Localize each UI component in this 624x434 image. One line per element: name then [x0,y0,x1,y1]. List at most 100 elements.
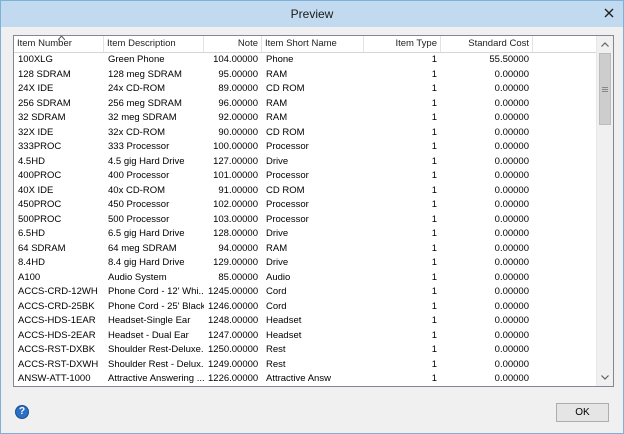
cell-standard-cost: 0.00000 [494,300,529,312]
cell-item-number: 333PROC [18,141,62,152]
table-row[interactable]: 100XLG Green Phone 104.00000 Phone 1 55.50000 [14,53,597,68]
cell-note: 1249.00000 [208,358,259,370]
cell-item-short-name: RAM [266,68,288,80]
table-row[interactable]: 450PROC 450 Processor 102.00000 Processor 1 0… [14,198,597,213]
preview-grid[interactable]: Item Number Item Description Note Item S… [13,35,614,387]
cell-item-description: Attractive Answering ... [108,373,204,384]
table-row[interactable]: A100 Audio System 85.00000 Audio 1 0.00000 [14,271,597,286]
table-row[interactable]: 128 SDRAM 128 meg SDRAM 95.00000 RAM 1 0.0000… [14,68,597,83]
grip-icon [602,86,608,92]
cell-item-number: 128 SDRAM [18,68,71,80]
cell-item-number: 40X IDE [18,184,54,196]
table-row[interactable]: ACCS-HDS-2EAR Headset - Dual Ear 1247.0000… [14,329,597,344]
cell-note: 129.00000 [213,257,258,268]
cell-item-type: 1 [431,155,437,167]
column-header-item-description[interactable]: Item Description [104,36,204,52]
help-icon[interactable]: ? [15,405,29,419]
table-row[interactable]: 500PROC 500 Processor 103.00000 Processor 1 0… [14,213,597,228]
cell-standard-cost: 0.00000 [494,83,529,94]
column-header-item-short-name[interactable]: Item Short Name [262,36,364,52]
cell-item-short-name: RAM [266,97,288,109]
cell-standard-cost: 0.00000 [494,315,529,326]
cell-item-number: ACCS-HDS-1EAR [18,315,96,326]
cell-item-description: Shoulder Rest - Delux... [108,358,204,370]
cell-item-number: 400PROC [18,170,62,181]
scroll-down-button[interactable] [597,369,613,385]
table-row[interactable]: 8.4HD 8.4 gig Hard Drive 129.00000 Drive 1 0.… [14,256,597,271]
table-row[interactable]: 333PROC 333 Processor 100.00000 Processor 1 0… [14,140,597,155]
table-row[interactable]: 400PROC 400 Processor 101.00000 Processor 1 0… [14,169,597,184]
cell-item-short-name: Headset [266,315,302,326]
cell-standard-cost: 0.00000 [494,112,529,123]
table-row[interactable]: 4.5HD 4.5 gig Hard Drive 127.00000 Drive 1 0.… [14,155,597,170]
cell-item-description: 32x CD-ROM [108,126,166,138]
cell-standard-cost: 0.00000 [494,242,529,254]
column-header-item-number[interactable]: Item Number [14,36,104,52]
cell-standard-cost: 0.00000 [494,286,529,297]
column-header-standard-cost[interactable]: Standard Cost [441,36,533,52]
cell-item-type: 1 [431,228,437,239]
cell-item-short-name: Cord [266,286,287,297]
cell-item-number: 6.5HD [18,228,45,239]
cell-standard-cost: 55.50000 [489,54,529,65]
cell-item-short-name: RAM [266,112,288,123]
cell-item-type: 1 [431,126,437,138]
cell-note: 1248.00000 [208,315,259,326]
cell-item-type: 1 [431,315,437,326]
cell-item-number: 500PROC [18,213,62,225]
cell-note: 103.00000 [213,213,258,225]
cell-note: 127.00000 [213,155,258,167]
cell-item-number: ACCS-CRD-25BK [18,300,95,312]
cell-item-description: Phone Cord - 25' Black [108,300,204,312]
cell-item-description: Audio System [108,271,167,283]
cell-item-type: 1 [431,286,437,297]
scroll-up-button[interactable] [597,36,613,52]
table-row[interactable]: ACCS-CRD-12WH Phone Cord - 12' Whi... 1245… [14,285,597,300]
table-row[interactable]: ACCS-RST-DXWH Shoulder Rest - Delux... 124… [14,358,597,373]
grid-header: Item Number Item Description Note Item S… [14,36,597,53]
cell-note: 90.00000 [218,126,258,138]
cell-item-number: ACCS-HDS-2EAR [18,329,96,341]
chevron-down-icon [601,374,609,380]
table-row[interactable]: 6.5HD 6.5 gig Hard Drive 128.00000 Drive 1 0.… [14,227,597,242]
cell-item-type: 1 [431,329,437,341]
table-row[interactable]: 32X IDE 32x CD-ROM 90.00000 CD ROM 1 0.00000 [14,126,597,141]
cell-item-description: 333 Processor [108,141,170,152]
scroll-thumb[interactable] [599,53,611,125]
cell-note: 128.00000 [213,228,258,239]
grid-rows: 100XLG Green Phone 104.00000 Phone 1 55.50000… [14,53,597,386]
cell-note: 104.00000 [213,54,258,65]
table-row[interactable]: 64 SDRAM 64 meg SDRAM 94.00000 RAM 1 0.00000 [14,242,597,257]
cell-item-short-name: CD ROM [266,126,305,138]
cell-item-description: 400 Processor [108,170,170,181]
ok-button[interactable]: OK [556,403,609,422]
close-button[interactable] [599,4,619,22]
close-icon [604,8,614,18]
cell-note: 95.00000 [218,68,258,80]
cell-standard-cost: 0.00000 [494,126,529,138]
column-header-item-type[interactable]: Item Type [364,36,441,52]
cell-note: 1247.00000 [208,329,259,341]
table-row[interactable]: 256 SDRAM 256 meg SDRAM 96.00000 RAM 1 0.0000… [14,97,597,112]
cell-item-type: 1 [431,271,437,283]
vertical-scrollbar[interactable] [596,36,613,386]
cell-note: 101.00000 [213,170,258,181]
cell-standard-cost: 0.00000 [494,213,529,225]
cell-item-short-name: CD ROM [266,184,305,196]
cell-standard-cost: 0.00000 [494,358,529,370]
table-row[interactable]: 32 SDRAM 32 meg SDRAM 92.00000 RAM 1 0.00000 [14,111,597,126]
table-row[interactable]: ANSW-ATT-1000 Attractive Answering ... 122… [14,372,597,386]
cell-item-type: 1 [431,300,437,312]
cell-item-number: 32 SDRAM [18,112,66,123]
cell-item-short-name: Processor [266,141,309,152]
cell-item-description: 32 meg SDRAM [108,112,177,123]
table-row[interactable]: 40X IDE 40x CD-ROM 91.00000 CD ROM 1 0.00000 [14,184,597,199]
cell-item-short-name: Attractive Answ [266,373,331,384]
table-row[interactable]: ACCS-HDS-1EAR Headset-Single Ear 1248.0000… [14,314,597,329]
title-bar[interactable]: Preview [1,1,623,27]
table-row[interactable]: ACCS-CRD-25BK Phone Cord - 25' Black 1246.… [14,300,597,315]
cell-item-short-name: Cord [266,300,287,312]
column-header-note[interactable]: Note [204,36,262,52]
table-row[interactable]: 24X IDE 24x CD-ROM 89.00000 CD ROM 1 0.00000 [14,82,597,97]
table-row[interactable]: ACCS-RST-DXBK Shoulder Rest-Deluxe... 1250… [14,343,597,358]
